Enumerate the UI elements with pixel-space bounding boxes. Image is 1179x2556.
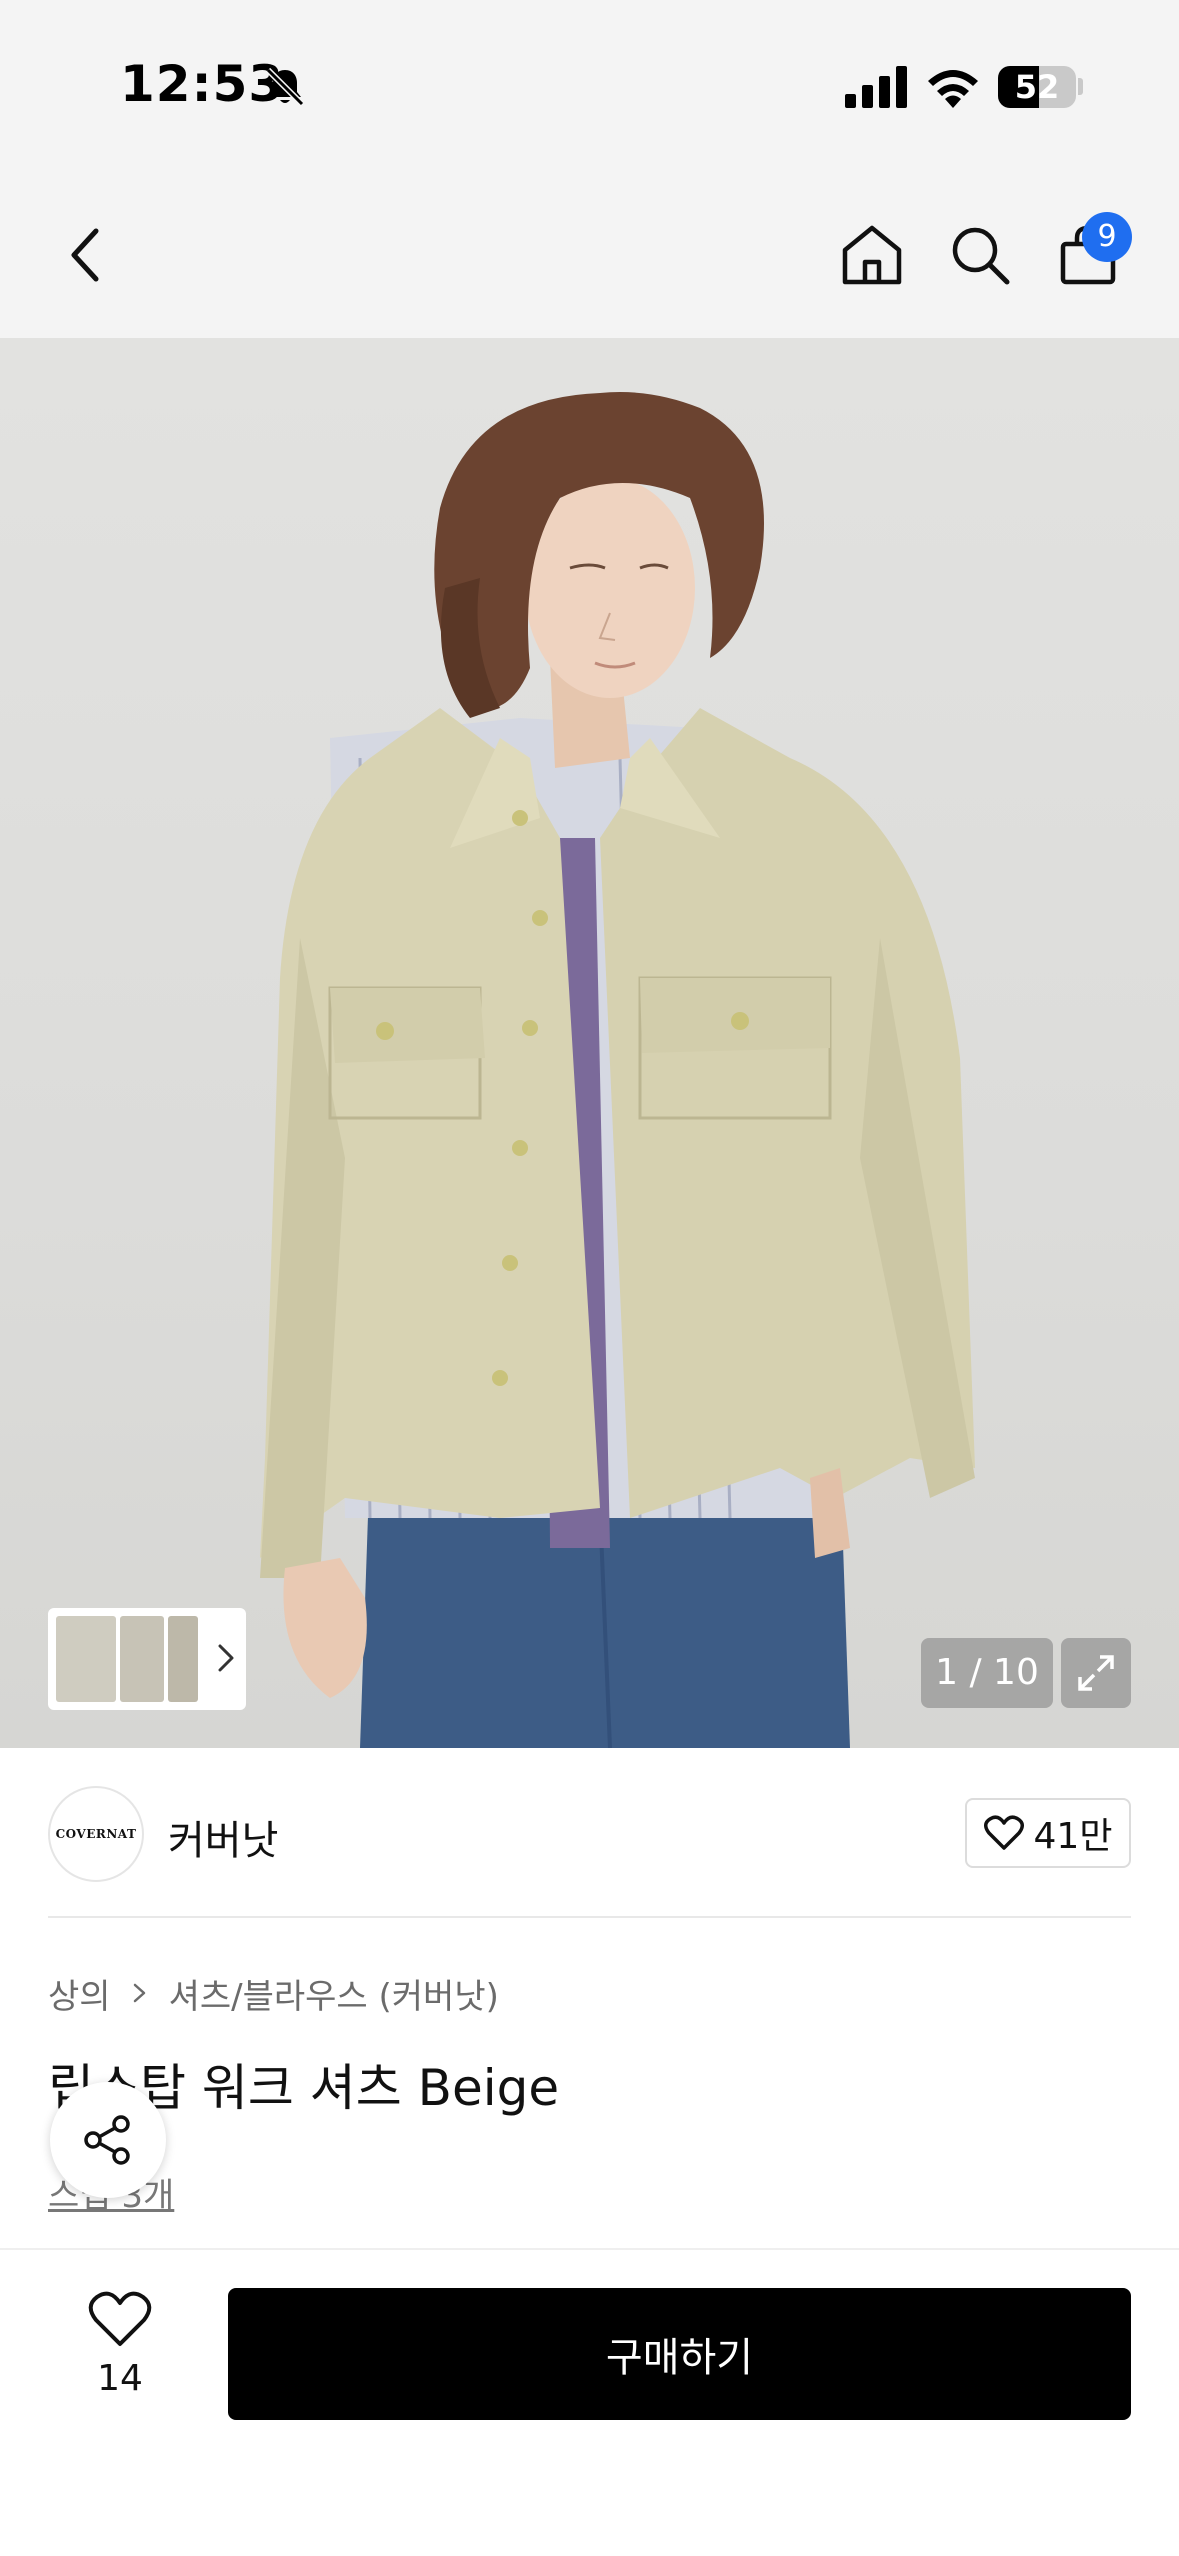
bottom-bar: 14 구매하기: [0, 2248, 1179, 2556]
expand-button[interactable]: [1061, 1638, 1131, 1708]
page-counter: 1 / 10: [921, 1638, 1053, 1708]
chevron-right-icon: [218, 1644, 234, 1672]
battery-level: 52: [1014, 68, 1060, 106]
bell-slash-icon: [265, 67, 305, 107]
cart-badge: 9: [1082, 212, 1132, 262]
back-button[interactable]: [45, 215, 125, 295]
chevron-right-icon: [133, 1983, 145, 2003]
product-photo: [260, 392, 975, 1748]
heart-outline-icon: [983, 1815, 1024, 1850]
chevron-left-icon: [71, 228, 99, 282]
search-button[interactable]: [940, 215, 1020, 295]
breadcrumb: 상의 셔츠/블라우스 (커버낫): [48, 1969, 499, 2018]
thumbnail-strip[interactable]: [48, 1608, 246, 1710]
battery-cap: [1078, 78, 1083, 95]
breadcrumb-subcategory[interactable]: 셔츠/블라우스 (커버낫): [169, 1969, 499, 2018]
heart-outline-icon: [88, 2291, 152, 2346]
nav-header: [0, 175, 1179, 338]
share-button[interactable]: [50, 2082, 166, 2198]
wishlist-count: 14: [97, 2358, 143, 2399]
brand-name[interactable]: 커버낫: [168, 1808, 278, 1866]
thumbnail-1[interactable]: [56, 1616, 116, 1702]
cellular-signal-icon: [845, 66, 907, 108]
brand-like-button[interactable]: 41만: [965, 1798, 1131, 1868]
wishlist-button[interactable]: 14: [70, 2290, 170, 2410]
search-icon: [952, 227, 1010, 285]
breadcrumb-category[interactable]: 상의: [48, 1969, 111, 2018]
wifi-icon: [928, 70, 978, 108]
home-icon: [842, 225, 902, 285]
home-button[interactable]: [832, 215, 912, 295]
brand-logo[interactable]: COVERNAT: [48, 1786, 144, 1882]
status-time: 12:53: [120, 55, 285, 113]
brand-like-count: 41만: [1033, 1816, 1113, 1857]
status-bar: 12:53 52: [0, 0, 1179, 175]
buy-button[interactable]: 구매하기: [228, 2288, 1131, 2420]
battery-icon: 52: [998, 66, 1076, 108]
share-icon: [84, 2115, 130, 2165]
thumbnail-2[interactable]: [120, 1616, 164, 1702]
brand-row: COVERNAT 커버낫 41만: [0, 1748, 1179, 1918]
product-image[interactable]: 1 / 10: [0, 338, 1179, 1748]
expand-icon: [1078, 1655, 1114, 1691]
divider: [48, 1916, 1131, 1918]
thumbnail-3[interactable]: [168, 1616, 198, 1702]
